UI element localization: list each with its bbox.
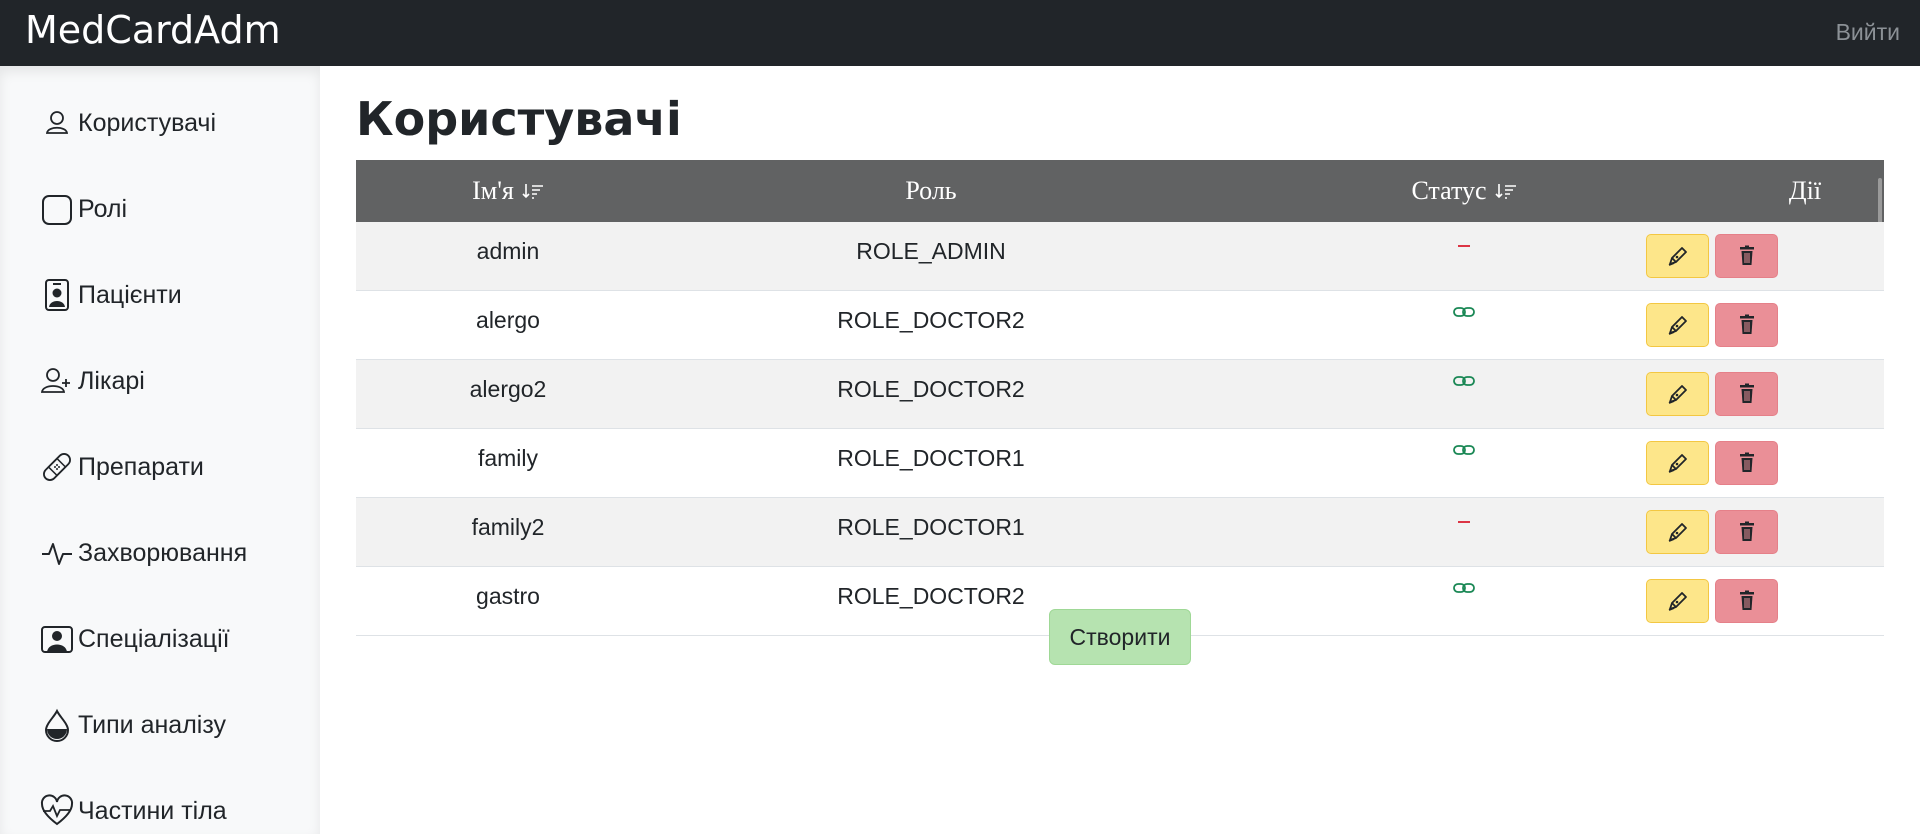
- sidebar-item-label: Препарати: [78, 452, 204, 481]
- status-linked-icon: [1453, 305, 1475, 337]
- sidebar-item-doctors[interactable]: Лікарі: [40, 359, 310, 403]
- droplet-half-icon: [44, 708, 70, 742]
- user-role: ROLE_DOCTOR1: [837, 514, 1025, 540]
- sidebar-item-label: Захворювання: [78, 538, 248, 567]
- table-row: alergo ROLE_DOCTOR2: [356, 291, 1884, 360]
- edit-button[interactable]: [1646, 579, 1709, 623]
- person-badge-icon: [45, 279, 69, 311]
- column-header-name[interactable]: Ім'я: [356, 160, 660, 222]
- status-inactive-icon: [1458, 244, 1470, 247]
- person-plus-icon: [40, 368, 70, 393]
- status-inactive-icon: [1458, 520, 1470, 523]
- edit-button[interactable]: [1646, 372, 1709, 416]
- sidebar-item-label: Спеціалізації: [78, 624, 230, 653]
- link-icon: [1453, 375, 1475, 386]
- activity-icon: [42, 543, 72, 565]
- edit-button[interactable]: [1646, 234, 1709, 278]
- user-role: ROLE_ADMIN: [856, 238, 1006, 264]
- pen-icon: [1668, 316, 1687, 335]
- status-linked-icon: [1453, 374, 1475, 406]
- pen-icon: [1668, 385, 1687, 404]
- column-header-role: Роль: [905, 176, 957, 205]
- sidebar-item-label: Ролі: [78, 194, 128, 223]
- trash-icon: [1739, 314, 1754, 334]
- person-square-icon: [41, 626, 73, 653]
- sidebar-item-label: Пацієнти: [78, 280, 182, 309]
- link-icon: [1453, 306, 1475, 317]
- user-role: ROLE_DOCTOR2: [837, 376, 1025, 402]
- sidebar-item-patients[interactable]: Пацієнти: [40, 273, 310, 317]
- table-row: admin ROLE_ADMIN: [356, 222, 1884, 291]
- bandaid-icon: [43, 453, 71, 481]
- user-role: ROLE_DOCTOR2: [837, 307, 1025, 333]
- edit-button[interactable]: [1646, 441, 1709, 485]
- sort-icon[interactable]: [522, 182, 544, 200]
- sidebar-item-users[interactable]: Користувачі: [40, 101, 310, 145]
- edit-button[interactable]: [1646, 510, 1709, 554]
- trash-icon: [1739, 452, 1754, 472]
- top-navbar: MedCardAdm Вийти: [0, 0, 1920, 66]
- user-name: admin: [476, 238, 540, 264]
- table-row: family2 ROLE_DOCTOR1: [356, 498, 1884, 567]
- sidebar-item-label: Лікарі: [78, 366, 145, 395]
- sidebar: Користувачі Ролі Пацієнти Лікарі Препара…: [0, 66, 320, 834]
- sidebar-item-body-parts[interactable]: Частини тіла: [40, 789, 310, 833]
- sidebar-item-medicines[interactable]: Препарати: [40, 445, 310, 489]
- delete-button[interactable]: [1715, 510, 1778, 554]
- trash-icon: [1739, 383, 1754, 403]
- user-name: family2: [471, 514, 545, 540]
- pen-icon: [1668, 454, 1687, 473]
- column-header-status[interactable]: Статус: [1202, 160, 1726, 222]
- delete-button[interactable]: [1715, 234, 1778, 278]
- user-name: alergo: [476, 307, 540, 333]
- column-header-actions: Дії: [1788, 176, 1822, 205]
- sidebar-item-diseases[interactable]: Захворювання: [40, 531, 310, 575]
- sidebar-item-analysis-types[interactable]: Типи аналізу: [40, 703, 310, 747]
- status-linked-icon: [1453, 581, 1475, 613]
- delete-button[interactable]: [1715, 303, 1778, 347]
- table-row: alergo2 ROLE_DOCTOR2: [356, 360, 1884, 429]
- link-icon: [1453, 444, 1475, 455]
- sidebar-item-roles[interactable]: Ролі: [40, 187, 310, 231]
- logout-link[interactable]: Вийти: [1836, 19, 1900, 46]
- sidebar-item-specializations[interactable]: Спеціалізації: [40, 617, 310, 661]
- delete-button[interactable]: [1715, 579, 1778, 623]
- status-linked-icon: [1453, 443, 1475, 475]
- trash-icon: [1739, 245, 1754, 265]
- delete-button[interactable]: [1715, 441, 1778, 485]
- heart-pulse-icon: [40, 794, 74, 826]
- sidebar-item-label: Користувачі: [78, 108, 217, 137]
- link-icon: [1453, 582, 1475, 593]
- trash-icon: [1739, 521, 1754, 541]
- sidebar-item-label: Частини тіла: [78, 796, 227, 825]
- pen-icon: [1668, 247, 1687, 266]
- person-icon: [45, 111, 69, 134]
- pen-icon: [1668, 523, 1687, 542]
- trash-icon: [1739, 590, 1754, 610]
- sidebar-item-label: Типи аналізу: [78, 710, 227, 739]
- square-icon: [42, 195, 72, 225]
- edit-button[interactable]: [1646, 303, 1709, 347]
- user-name: family: [477, 445, 539, 471]
- page-title: Користувачі: [356, 92, 682, 146]
- brand-logo[interactable]: MedCardAdm: [25, 8, 281, 52]
- user-name: alergo2: [469, 376, 547, 402]
- sort-icon[interactable]: [1494, 182, 1517, 200]
- table-row: family ROLE_DOCTOR1: [356, 429, 1884, 498]
- user-role: ROLE_DOCTOR1: [837, 445, 1025, 471]
- table-header: Ім'я Роль Статус Дії: [356, 160, 1884, 266]
- delete-button[interactable]: [1715, 372, 1778, 416]
- create-button[interactable]: Створити: [1049, 609, 1191, 665]
- user-name: gastro: [476, 583, 540, 609]
- pen-icon: [1668, 592, 1687, 611]
